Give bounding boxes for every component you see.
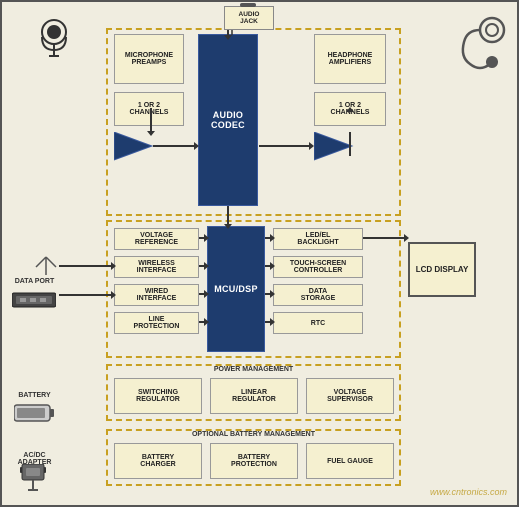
mic-channels-block: 1 OR 2 CHANNELS: [114, 92, 184, 126]
wired-interface-block: WIRED INTERFACE: [114, 284, 199, 306]
switching-regulator-block: SWITCHING REGULATOR: [114, 378, 202, 414]
microphone-preamps-label: MICROPHONE PREAMPS: [125, 52, 173, 66]
wireless-interface-block: WIRELESS INTERFACE: [114, 256, 199, 278]
led-backlight-label: LED/EL BACKLIGHT: [297, 232, 338, 246]
arrow-codec-to-mcu: [227, 206, 229, 226]
arrow-mic-ch-to-amp: [150, 108, 152, 132]
arrowhead-vref: [204, 234, 209, 242]
headphone-amplifiers-label: HEADPHONE AMPLIFIERS: [328, 52, 373, 66]
battery-charger-label: BATTERY CHARGER: [140, 454, 175, 468]
arrowhead-wireless: [204, 262, 209, 270]
arrow-dataport-to-wired: [59, 294, 114, 296]
audio-codec-label: AUDIO CODEC: [211, 110, 245, 130]
audio-jack-block: AUDIO JACK: [224, 6, 274, 30]
data-port-label: DATA PORT: [7, 278, 62, 285]
wireless-interface-label: WIRELESS INTERFACE: [137, 260, 177, 274]
arrowhead-lcd: [404, 234, 409, 242]
battery-charger-block: BATTERY CHARGER: [114, 443, 202, 479]
mcu-dsp-block: MCU/DSP: [207, 226, 265, 352]
microphone-preamps-block: MICROPHONE PREAMPS: [114, 34, 184, 84]
arrowhead-wired: [204, 290, 209, 298]
arrowhead-hp-ch: [346, 107, 354, 112]
wired-interface-label: WIRED INTERFACE: [137, 288, 177, 302]
arrowhead-led: [270, 234, 275, 242]
arrowhead-storage: [270, 290, 275, 298]
main-diagram: AUDIO JACK MICROPHONE PREAMPS 1 OR 2 CHA…: [0, 0, 519, 507]
line-protection-block: LINE PROTECTION: [114, 312, 199, 334]
arrowhead-wired-ext: [111, 291, 116, 299]
arrowhead-mcu-down: [224, 224, 232, 229]
headphone-amplifiers-block: HEADPHONE AMPLIFIERS: [314, 34, 386, 84]
fuel-gauge-label: FUEL GAUGE: [327, 458, 373, 465]
arrowhead-mic-amp: [147, 131, 155, 136]
touch-screen-controller-block: TOUCH-SCREEN CONTROLLER: [273, 256, 363, 278]
voltage-reference-block: VOLTAGE REFERENCE: [114, 228, 199, 250]
mic-amp-triangle: [114, 132, 154, 162]
stethoscope-icon: [442, 12, 507, 82]
linear-regulator-block: LINEAR REGULATOR: [210, 378, 298, 414]
arrow-antenna-to-wireless: [59, 265, 114, 267]
touch-screen-controller-label: TOUCH-SCREEN CONTROLLER: [290, 260, 346, 274]
voltage-supervisor-label: VOLTAGE SUPERVISOR: [327, 389, 373, 403]
battery-protection-label: BATTERY PROTECTION: [231, 454, 277, 468]
arrowhead-down-audiojack: [224, 35, 232, 40]
audio-jack-icon: [240, 3, 256, 7]
rtc-block: RTC: [273, 312, 363, 334]
data-storage-block: DATA STORAGE: [273, 284, 363, 306]
mic-channels-label: 1 OR 2 CHANNELS: [130, 102, 169, 116]
rtc-label: RTC: [311, 320, 325, 327]
ac-dc-adapter-icon: [16, 464, 50, 492]
power-management-label: POWER MANAGEMENT: [106, 364, 401, 373]
audio-codec-block: AUDIO CODEC: [198, 34, 258, 206]
arrowhead-line: [204, 318, 209, 326]
arrow-codec-to-hp-amp: [259, 145, 312, 147]
led-backlight-block: LED/EL BACKLIGHT: [273, 228, 363, 250]
arrowhead-wireless-ext: [111, 262, 116, 270]
data-port-icon: [12, 290, 56, 310]
mcu-dsp-label: MCU/DSP: [214, 284, 258, 294]
arrowhead-codec-left: [194, 142, 199, 150]
battery-protection-block: BATTERY PROTECTION: [210, 443, 298, 479]
switching-regulator-label: SWITCHING REGULATOR: [136, 389, 180, 403]
arrowhead-rtc: [270, 318, 275, 326]
lcd-display-block: LCD DISPLAY: [408, 242, 476, 297]
linear-regulator-label: LINEAR REGULATOR: [232, 389, 276, 403]
voltage-reference-label: VOLTAGE REFERENCE: [135, 232, 178, 246]
fuel-gauge-block: FUEL GAUGE: [306, 443, 394, 479]
arrowhead-hp-amp: [309, 142, 314, 150]
arrowhead-touch: [270, 262, 275, 270]
microphone-icon: [24, 12, 84, 72]
data-storage-label: DATA STORAGE: [301, 288, 336, 302]
antenna-icon: [34, 247, 58, 277]
arrow-led-to-lcd: [363, 237, 407, 239]
line-protection-label: LINE PROTECTION: [134, 316, 180, 330]
battery-label: BATTERY: [7, 392, 62, 399]
audio-jack-label: AUDIO JACK: [239, 11, 260, 25]
optional-battery-label: OPTIONAL BATTERY MANAGEMENT: [106, 429, 401, 438]
hp-amp-triangle: [314, 132, 354, 162]
battery-icon: [14, 402, 54, 424]
voltage-supervisor-block: VOLTAGE SUPERVISOR: [306, 378, 394, 414]
lcd-display-label: LCD DISPLAY: [416, 265, 469, 274]
arrow-hp-amp-to-ch: [349, 132, 351, 156]
watermark: www.cntronics.com: [430, 487, 507, 497]
arrow-amp-to-codec: [153, 145, 197, 147]
